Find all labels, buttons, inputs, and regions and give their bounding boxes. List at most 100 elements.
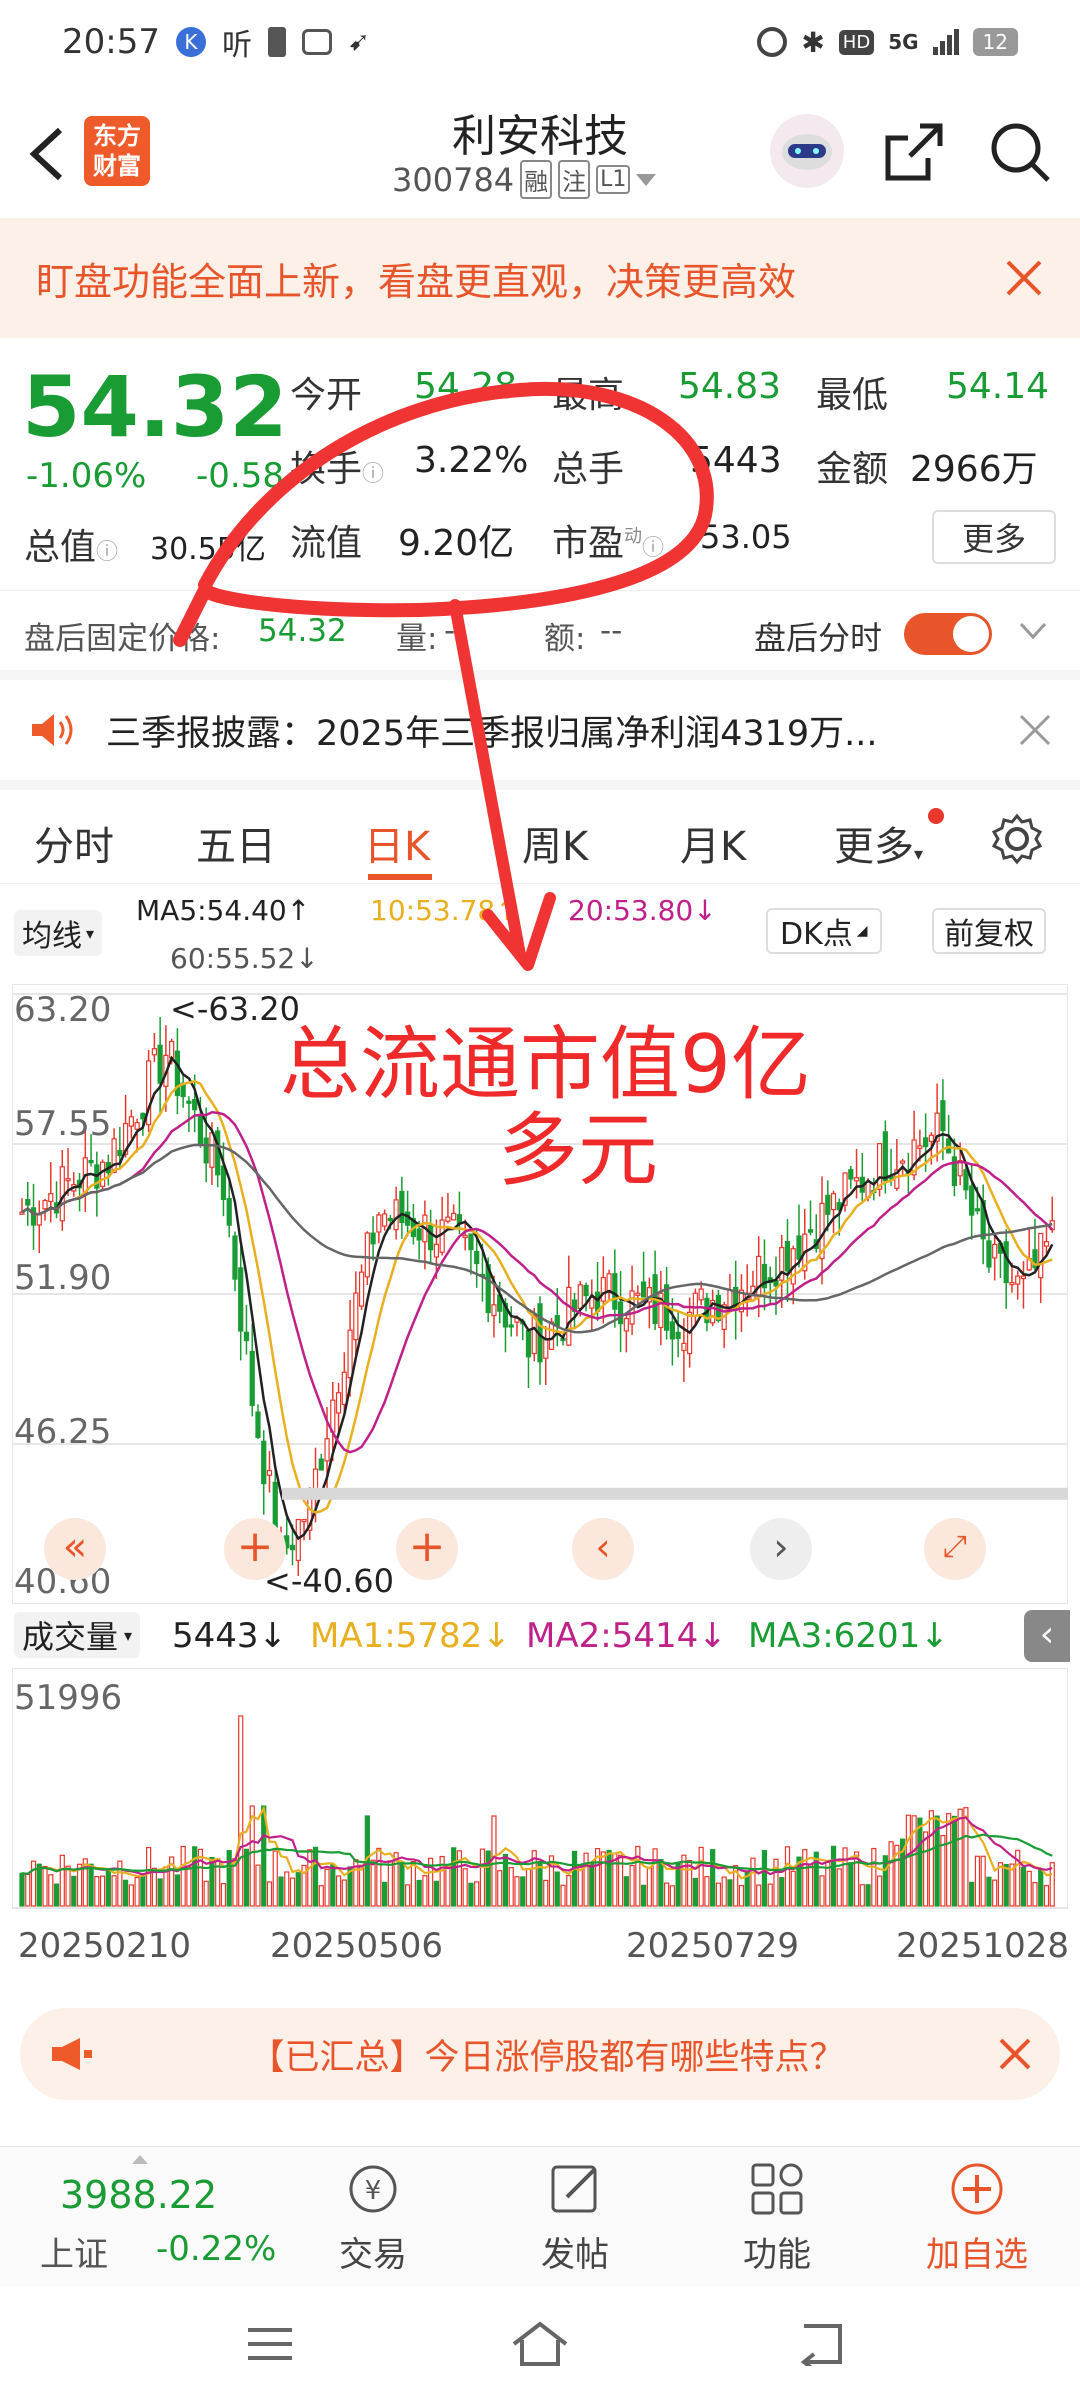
volume-bar [335,1875,342,1907]
tab-five-day[interactable]: 五日 [196,814,276,872]
chart-tool-zoom-in-icon[interactable]: + [396,1518,458,1580]
low-label: 最低 [816,375,889,416]
nav-add-watchlist-label: 加自选 [926,2235,1028,2275]
menu-icon[interactable] [246,2324,294,2364]
news-text[interactable]: 三季报披露：2025年三季报归属净利润4319万... [106,705,1018,756]
nav-trade-label: 交易 [339,2235,407,2275]
index-widget[interactable]: 3988.22 上证 -0.22% [20,2147,290,2287]
news-close-icon[interactable] [1018,713,1052,747]
candle-body [370,1232,376,1245]
candle-body [25,1199,31,1206]
support-band [282,1487,1068,1500]
chart-tool-fast-back-icon[interactable]: « [44,1518,106,1580]
nav-functions[interactable]: 功能 [722,2161,832,2281]
volume-bar [405,1884,411,1907]
high-label: 最高 [552,375,625,416]
volume-bar [25,1873,31,1907]
volume-bar [42,1865,48,1907]
candle-body [876,1143,883,1190]
volume-bar [140,1874,146,1907]
volume-bar [658,1859,664,1907]
period-tabs: 分时 五日 日K 周K 月K 更多▾ [0,780,1080,884]
candle-body [381,1213,388,1227]
back-nav-icon[interactable] [796,2322,848,2366]
volume-bar [974,1855,981,1907]
volume-bar [209,1856,215,1907]
home-icon[interactable] [510,2320,570,2368]
candle-body [474,1250,480,1265]
candle-body [88,1160,94,1164]
nav-post[interactable]: 发帖 [520,2161,630,2281]
battery-icon: 12 [972,28,1018,56]
after-hours-toggle[interactable] [904,613,992,655]
min-price-mark: <-40.60 [264,1562,394,1600]
adjust-button[interactable]: 前复权 [932,908,1046,954]
tab-more[interactable]: 更多▾ [834,814,923,872]
index-value: 3988.22 [60,2173,218,2217]
candle-body [940,1100,946,1132]
more-button[interactable]: 更多 [932,510,1056,564]
nav-trade[interactable]: ¥ 交易 [318,2161,428,2281]
search-icon[interactable] [988,120,1052,184]
megaphone-icon [48,2034,96,2074]
chart-tool-next-icon[interactable]: › [750,1518,812,1580]
ma-select[interactable]: 均线 ▾ [14,910,103,956]
volume-bar [370,1859,376,1907]
kline-chart[interactable]: 63.20 57.55 51.90 46.25 40.60 <-63.20 <-… [12,984,1068,1604]
promo-text[interactable]: 【已汇总】今日涨停股都有哪些特点？ [96,2029,998,2080]
dk-point-button[interactable]: DK点 ◢ [766,908,882,954]
volume-bar [710,1849,716,1907]
close-icon[interactable] [1004,258,1044,298]
volume-bar [871,1847,877,1907]
promo-bar[interactable]: 【已汇总】今日涨停股都有哪些特点？ [20,2008,1060,2100]
chart-tool-prev-icon[interactable]: ‹ [572,1518,634,1580]
side-panel-arrow-icon[interactable]: ‹ [1024,1610,1070,1662]
expand-chevron-icon[interactable] [1018,621,1048,641]
volume-select[interactable]: 成交量 ▾ [14,1612,141,1658]
robot-avatar-icon[interactable] [770,114,844,188]
chart-tool-crosshair-icon[interactable]: + [224,1518,286,1580]
after-hours-price: 54.32 [258,613,347,649]
volume-bar [358,1864,365,1907]
candle-body [335,1392,342,1414]
volume-bar [220,1883,227,1907]
chart-settings-gear-icon[interactable] [990,812,1044,866]
tab-monthly-k[interactable]: 月K [680,814,746,872]
tag-margin: 融 [520,160,553,199]
candle-body [807,1229,814,1233]
tab-intraday[interactable]: 分时 [34,814,114,872]
candle-body [600,1276,606,1302]
news-ticker[interactable]: 三季报披露：2025年三季报归属净利润4319万... [0,670,1080,780]
date-label-2: 20250729 [626,1926,800,1966]
bluetooth-icon: ✱ [801,25,825,59]
candle-body [117,1149,123,1157]
volume-bar [445,1865,451,1907]
after-hours-vol-label: 量: [396,621,438,657]
volume-value: 5443 [690,440,782,481]
chart-tool-expand-icon[interactable]: ⤢ [924,1518,986,1580]
volume-bar [71,1875,77,1907]
share-icon[interactable] [882,120,946,184]
candle-body [784,1241,791,1272]
volume-chart[interactable]: 51996 [12,1668,1068,1918]
after-hours-amt: -- [600,613,623,649]
candle-body [439,1219,445,1253]
tab-weekly-k[interactable]: 周K [522,814,588,872]
vol-ma3: MA3:6201↓ [748,1616,949,1656]
volume-bar [180,1845,186,1907]
nav-add-watchlist[interactable]: 加自选 [912,2161,1042,2281]
volume-bar [307,1849,313,1907]
tab-daily-k[interactable]: 日K [364,814,430,872]
candle-body [358,1271,365,1307]
stock-code-row[interactable]: 300784 融 注 L1 [392,160,657,199]
candle-body [623,1317,629,1332]
volume-bar [600,1851,606,1907]
promo-close-icon[interactable] [998,2037,1032,2071]
after-hours-label: 盘后固定价格: [24,621,221,657]
date-label-3: 20251028 [896,1926,1070,1966]
feature-banner[interactable]: 盯盘功能全面上新，看盘更直观，决策更高效 [0,218,1080,338]
volume-bar [451,1847,457,1907]
candle-body [848,1169,854,1180]
candle-body [151,1048,157,1056]
tab-active-underline [368,874,432,880]
